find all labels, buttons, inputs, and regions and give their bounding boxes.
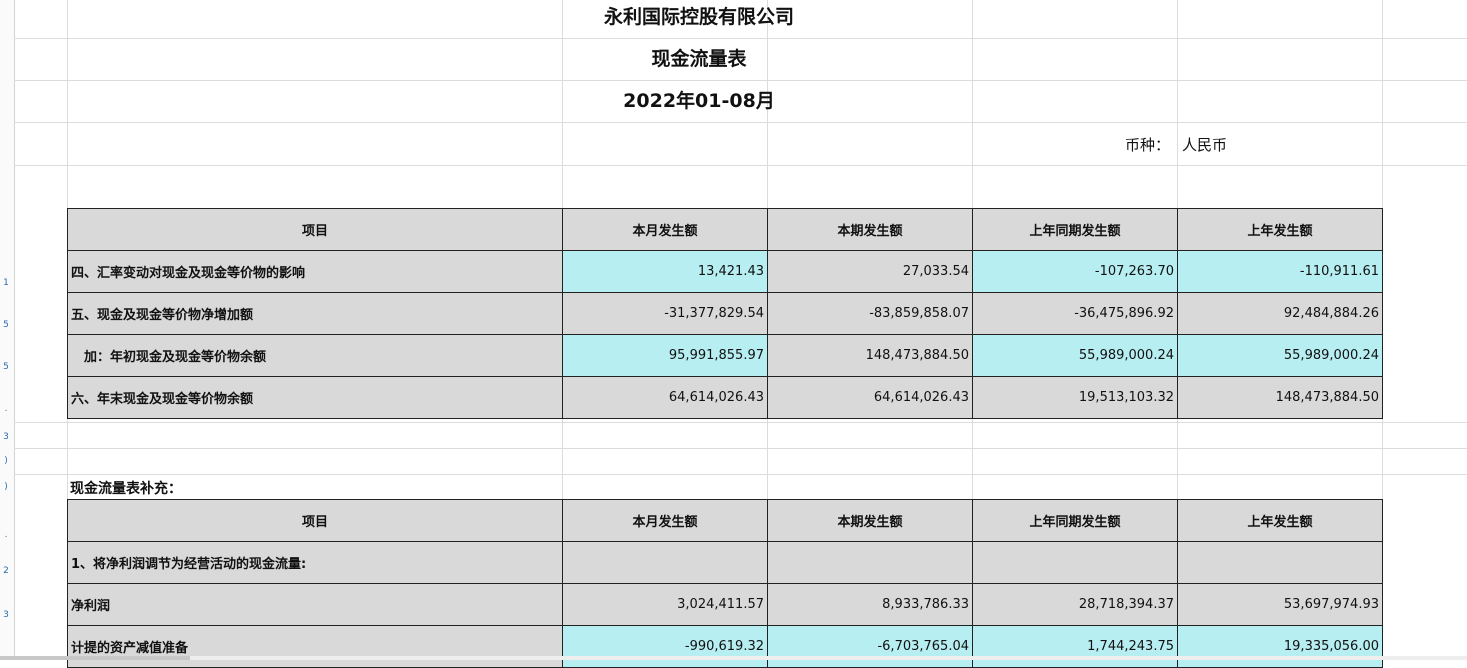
cell-prior-year[interactable]: -110,911.61 [1177, 250, 1383, 293]
cell-prior-year[interactable] [1177, 541, 1383, 584]
table-row: 四、汇率变动对现金及现金等价物的影响 13,421.43 27,033.54 -… [67, 250, 1383, 293]
cell-this-month[interactable]: -990,619.32 [562, 625, 768, 668]
header-item[interactable]: 项目 [67, 499, 563, 542]
spreadsheet-sheet[interactable]: 1 5 5 . 3 ) ) . 2 3 永利国际控股有限公司 现金流量表 202… [0, 0, 1467, 668]
header-this-month[interactable]: 本月发生额 [562, 499, 768, 542]
cell-prior-same-period[interactable]: -107,263.70 [972, 250, 1178, 293]
cell-this-period[interactable]: 64,614,026.43 [767, 376, 973, 419]
row-header-strip[interactable]: 1 5 5 . 3 ) ) . 2 3 [0, 0, 15, 660]
header-item[interactable]: 项目 [67, 208, 563, 251]
cell-this-month[interactable]: 3,024,411.57 [562, 583, 768, 626]
cell-this-month[interactable] [562, 541, 768, 584]
cell-this-month[interactable]: 64,614,026.43 [562, 376, 768, 419]
currency-value[interactable]: 人民币 [1182, 126, 1227, 164]
horizontal-scrollbar-thumb[interactable] [0, 656, 190, 660]
cell-this-period[interactable]: 148,473,884.50 [767, 334, 973, 377]
header-prior-same-period[interactable]: 上年同期发生额 [972, 208, 1178, 251]
period-title[interactable]: 2022年01-08月 [14, 82, 1384, 120]
cell-this-period[interactable]: -6,703,765.04 [767, 625, 973, 668]
supplement-table: 项目 本月发生额 本期发生额 上年同期发生额 上年发生额 1、将净利润调节为经营… [67, 499, 1383, 668]
table-row: 净利润 3,024,411.57 8,933,786.33 28,718,394… [67, 583, 1383, 626]
cell-prior-same-period[interactable]: 19,513,103.32 [972, 376, 1178, 419]
cell-prior-same-period[interactable] [972, 541, 1178, 584]
header-prior-year[interactable]: 上年发生额 [1177, 208, 1383, 251]
cell-this-period[interactable]: 8,933,786.33 [767, 583, 973, 626]
cell-prior-year[interactable]: 53,697,974.93 [1177, 583, 1383, 626]
row-label[interactable]: 计提的资产减值准备 [67, 625, 563, 668]
table-header-row: 项目 本月发生额 本期发生额 上年同期发生额 上年发生额 [67, 208, 1383, 251]
cell-this-period[interactable] [767, 541, 973, 584]
cell-prior-year[interactable]: 148,473,884.50 [1177, 376, 1383, 419]
cell-prior-same-period[interactable]: 28,718,394.37 [972, 583, 1178, 626]
table-row: 五、现金及现金等价物净增加额 -31,377,829.54 -83,859,85… [67, 292, 1383, 335]
cell-prior-year[interactable]: 55,989,000.24 [1177, 334, 1383, 377]
cell-prior-same-period[interactable]: -36,475,896.92 [972, 292, 1178, 335]
row-label[interactable]: 净利润 [67, 583, 563, 626]
cash-flow-table: 项目 本月发生额 本期发生额 上年同期发生额 上年发生额 四、汇率变动对现金及现… [67, 208, 1383, 419]
horizontal-scrollbar-track[interactable] [190, 656, 1467, 660]
table-row: 1、将净利润调节为经营活动的现金流量: [67, 541, 1383, 584]
row-label[interactable]: 四、汇率变动对现金及现金等价物的影响 [67, 250, 563, 293]
cell-prior-year[interactable]: 92,484,884.26 [1177, 292, 1383, 335]
row-label[interactable]: 1、将净利润调节为经营活动的现金流量: [67, 541, 563, 584]
cell-this-period[interactable]: -83,859,858.07 [767, 292, 973, 335]
table-row: 加：年初现金及现金等价物余额 95,991,855.97 148,473,884… [67, 334, 1383, 377]
row-label[interactable]: 六、年末现金及现金等价物余额 [67, 376, 563, 419]
header-prior-same-period[interactable]: 上年同期发生额 [972, 499, 1178, 542]
cell-this-month[interactable]: -31,377,829.54 [562, 292, 768, 335]
currency-label[interactable]: 币种： [974, 126, 1170, 164]
cell-this-month[interactable]: 95,991,855.97 [562, 334, 768, 377]
cell-prior-same-period[interactable]: 1,744,243.75 [972, 625, 1178, 668]
table-header-row: 项目 本月发生额 本期发生额 上年同期发生额 上年发生额 [67, 499, 1383, 542]
table-row: 计提的资产减值准备 -990,619.32 -6,703,765.04 1,74… [67, 625, 1383, 668]
row-label[interactable]: 五、现金及现金等价物净增加额 [67, 292, 563, 335]
cell-prior-same-period[interactable]: 55,989,000.24 [972, 334, 1178, 377]
row-label[interactable]: 加：年初现金及现金等价物余额 [67, 334, 563, 377]
company-title[interactable]: 永利国际控股有限公司 [14, 0, 1384, 34]
table-row: 六、年末现金及现金等价物余额 64,614,026.43 64,614,026.… [67, 376, 1383, 419]
header-this-month[interactable]: 本月发生额 [562, 208, 768, 251]
header-this-period[interactable]: 本期发生额 [767, 499, 973, 542]
supplement-title[interactable]: 现金流量表补充： [70, 478, 182, 500]
header-prior-year[interactable]: 上年发生额 [1177, 499, 1383, 542]
header-this-period[interactable]: 本期发生额 [767, 208, 973, 251]
cell-this-period[interactable]: 27,033.54 [767, 250, 973, 293]
cell-this-month[interactable]: 13,421.43 [562, 250, 768, 293]
cell-prior-year[interactable]: 19,335,056.00 [1177, 625, 1383, 668]
statement-title[interactable]: 现金流量表 [14, 40, 1384, 78]
